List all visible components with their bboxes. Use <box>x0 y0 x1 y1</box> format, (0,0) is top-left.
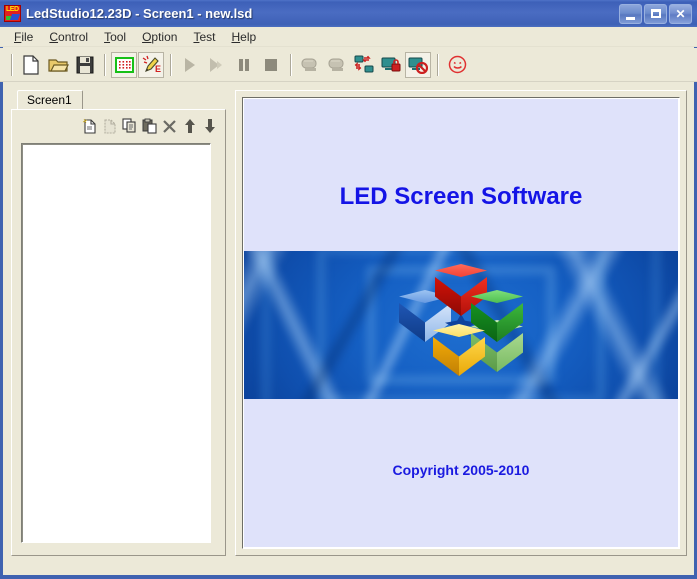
preview-frame: LED Screen Software Copyright 2005-2010 <box>242 97 680 549</box>
delete-x-icon[interactable] <box>160 116 179 136</box>
toolbar-separator <box>437 53 439 76</box>
menu-bar: File Control Tool Option Test Help <box>0 27 697 47</box>
open-file-icon[interactable] <box>45 52 71 78</box>
splash-copyright: Copyright 2005-2010 <box>392 462 530 478</box>
menu-item-tool[interactable]: Tool <box>96 28 134 46</box>
window-title: LedStudio12.23D - Screen1 - new.lsd <box>26 6 253 21</box>
minimize-button[interactable] <box>619 3 642 24</box>
monitor-a-icon <box>297 52 323 78</box>
copy-icon[interactable] <box>120 116 139 136</box>
menu-item-help-rest: elp <box>240 29 257 44</box>
title-bar: LED LedStudio12.23D - Screen1 - new.lsd … <box>0 0 697 27</box>
svg-text:E: E <box>155 64 161 74</box>
monitor-b-icon <box>324 52 350 78</box>
grid-screen-icon[interactable] <box>111 51 137 78</box>
close-button[interactable]: ✕ <box>669 3 692 24</box>
main-toolbar: E <box>0 48 697 82</box>
edit-pencil-icon[interactable]: E <box>138 51 164 78</box>
new-file-icon[interactable] <box>18 52 44 78</box>
splash-title: LED Screen Software <box>339 183 583 210</box>
move-down-icon[interactable] <box>200 116 219 136</box>
toolbar-separator <box>290 53 292 76</box>
screen-list-panel: Screen1 <box>11 90 226 556</box>
pause-icon <box>231 52 257 78</box>
menu-item-control-rest: ontrol <box>58 29 89 44</box>
menu-item-test-rest: est <box>199 29 216 44</box>
maximize-button[interactable] <box>644 3 667 24</box>
lock-screen-icon[interactable] <box>378 52 404 78</box>
stop-icon <box>258 52 284 78</box>
menu-item-file-rest: ile <box>21 29 34 44</box>
new-page-icon <box>100 116 119 136</box>
application-window: LED LedStudio12.23D - Screen1 - new.lsd … <box>0 0 697 579</box>
smiley-face-icon[interactable] <box>444 52 470 78</box>
led-studio-cubes-logo <box>393 262 529 388</box>
menu-item-file[interactable]: File <box>6 28 41 46</box>
cube-yellow <box>433 324 485 376</box>
tab-body <box>11 109 226 556</box>
tab-screen1[interactable]: Screen1 <box>17 90 83 109</box>
toolbar-separator <box>11 53 13 76</box>
menu-item-option-rest: ption <box>151 29 178 44</box>
tab-strip: Screen1 <box>11 90 226 109</box>
toolbar-separator <box>104 53 106 76</box>
menu-item-control[interactable]: Control <box>41 28 96 46</box>
preview-panel: LED Screen Software Copyright 2005-2010 <box>235 90 687 556</box>
toolbar-separator <box>170 53 172 76</box>
menu-item-test[interactable]: Test <box>185 28 223 46</box>
block-screen-icon[interactable] <box>405 51 431 78</box>
menu-item-option[interactable]: Option <box>134 28 185 46</box>
screen-items-list[interactable] <box>21 143 211 543</box>
splash-image: LED Screen Software Copyright 2005-2010 <box>244 99 678 547</box>
menu-item-help[interactable]: Help <box>223 28 264 46</box>
sync-screens-icon[interactable] <box>351 52 377 78</box>
screen-items-toolbar <box>79 115 219 137</box>
move-up-icon[interactable] <box>180 116 199 136</box>
paste-icon[interactable] <box>140 116 159 136</box>
splash-banner-band <box>244 251 678 399</box>
save-file-icon[interactable] <box>72 52 98 78</box>
fast-forward-icon <box>204 52 230 78</box>
play-icon <box>177 52 203 78</box>
led-app-icon: LED <box>4 5 21 22</box>
menu-item-tool-rest: ool <box>110 29 127 44</box>
new-item-icon[interactable] <box>80 116 99 136</box>
